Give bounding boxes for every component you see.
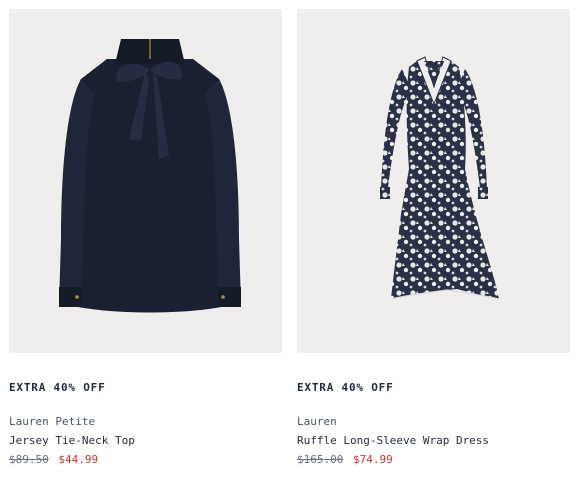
original-price: $89.50 [9, 453, 49, 466]
promo-badge: EXTRA 40% OFF [9, 381, 106, 394]
product-image[interactable] [9, 9, 282, 353]
product-grid: EXTRA 40% OFF Lauren Petite Jersey Tie-N… [0, 0, 576, 478]
product-price: $165.00 $74.99 [297, 452, 570, 468]
product-image[interactable] [297, 9, 570, 353]
wrap-dress-icon [380, 56, 500, 300]
product-name[interactable]: Ruffle Long-Sleeve Wrap Dress [297, 433, 570, 449]
promo-badge: EXTRA 40% OFF [297, 381, 394, 394]
product-brand: Lauren Petite [9, 415, 96, 428]
sale-price: $74.99 [352, 453, 393, 466]
original-price: $165.00 [297, 453, 344, 466]
tie-neck-top-icon [59, 39, 241, 313]
product-name[interactable]: Jersey Tie-Neck Top [9, 433, 282, 449]
product-card[interactable]: EXTRA 40% OFF Lauren Petite Jersey Tie-N… [9, 9, 282, 468]
product-price: $89.50 $44.99 [9, 452, 282, 468]
sale-price: $44.99 [58, 453, 99, 466]
product-brand: Lauren [297, 415, 337, 428]
product-card[interactable]: EXTRA 40% OFF Lauren Ruffle Long-Sleeve … [297, 9, 570, 468]
